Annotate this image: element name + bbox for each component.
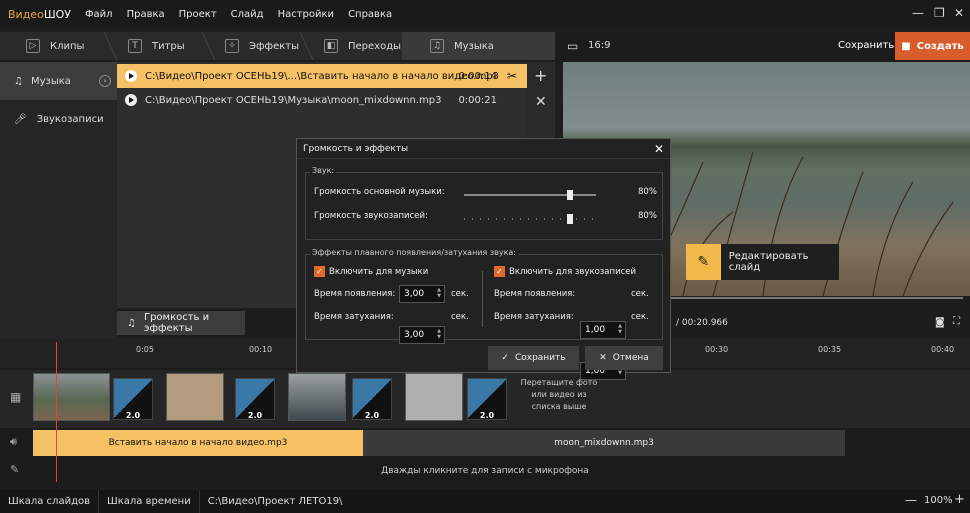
- clips-icon: ▷: [26, 39, 40, 53]
- time-scale-tab[interactable]: Шкала времени: [98, 490, 199, 513]
- edit-slide-button[interactable]: ✎ Редактировать слайд: [686, 244, 839, 280]
- fade-group: Эффекты плавного появления/затухания зву…: [305, 248, 663, 380]
- tab-transitions[interactable]: ◧ Переходы: [324, 32, 401, 60]
- main-music-slider[interactable]: [464, 190, 596, 200]
- tab-titles[interactable]: T Титры: [128, 32, 185, 60]
- create-button[interactable]: ■ Создать: [895, 32, 970, 60]
- volume-effects-button[interactable]: ♫ Громкость и эффекты: [117, 311, 245, 335]
- menu-edit[interactable]: Правка: [127, 9, 165, 20]
- sound-group: Звук: Громкость основной музыки: 80% Гро…: [305, 166, 663, 240]
- menu-file[interactable]: Файл: [85, 9, 113, 20]
- pencil-icon: ✎: [686, 244, 721, 280]
- menu-project[interactable]: Проект: [179, 9, 217, 20]
- project-path: C:\Видео\Проект ЛЕТО19\: [198, 490, 351, 513]
- tick-label: 00:40: [931, 345, 955, 354]
- mic-track-hint[interactable]: Дважды кликните для записи с микрофона: [0, 458, 970, 484]
- dialog-title: Громкость и эффекты: [297, 139, 670, 159]
- chevron-right-icon: ›: [99, 75, 111, 87]
- slides-scale-tab[interactable]: Шкала слайдов: [0, 490, 98, 513]
- transition[interactable]: 2.0: [352, 378, 392, 420]
- microphone-icon: 🎤︎: [14, 113, 27, 125]
- tab-music[interactable]: ♫ Музыка: [402, 32, 555, 60]
- records-appear-spinner[interactable]: 1,00: [580, 321, 626, 339]
- menu-bar: ВидеоШОУ Файл Правка Проект Слайд Настро…: [0, 0, 970, 28]
- effects-icon: ✧: [225, 39, 239, 53]
- music-note-icon: ♫: [127, 317, 136, 329]
- aspect-ratio[interactable]: 16:9: [588, 40, 610, 51]
- menu-settings[interactable]: Настройки: [278, 9, 334, 20]
- save-button[interactable]: Сохранить: [838, 40, 894, 51]
- zoom-out-icon[interactable]: —: [905, 493, 917, 507]
- transition[interactable]: 2.0: [467, 378, 507, 420]
- zoom-level: 100%: [924, 495, 953, 506]
- menu-slide[interactable]: Слайд: [231, 9, 264, 20]
- snapshot-icon[interactable]: ◙: [935, 317, 945, 328]
- monitor-icon: ▭: [567, 39, 579, 53]
- close-icon[interactable]: ✕: [954, 6, 964, 20]
- audio-clip[interactable]: Вставить начало в начало видео.mp3: [33, 430, 363, 456]
- tab-clips[interactable]: ▷ Клипы: [26, 32, 84, 60]
- transitions-icon: ◧: [324, 39, 338, 53]
- slide-clip[interactable]: [166, 373, 224, 421]
- app-logo: ВидеоШОУ: [8, 7, 71, 21]
- check-icon: ✓: [494, 266, 505, 277]
- sidebar-item-recordings[interactable]: 🎤︎ Звукозаписи: [0, 100, 117, 138]
- close-icon[interactable]: ✕: [654, 142, 664, 156]
- slide-clip[interactable]: [33, 373, 110, 421]
- music-appear-spinner[interactable]: 3,00: [399, 285, 445, 303]
- play-icon[interactable]: [125, 94, 137, 106]
- remove-icon[interactable]: ✕: [535, 94, 547, 110]
- add-icon[interactable]: +: [534, 66, 547, 85]
- check-icon: ✓: [501, 353, 509, 363]
- film-icon: ▦: [10, 390, 22, 404]
- records-fade-checkbox[interactable]: ✓ Включить для звукозаписей: [494, 266, 636, 277]
- tab-bar: ▷ Клипы T Титры ✧ Эффекты ◧ Переходы ♫ Музыка: [0, 32, 555, 60]
- play-icon[interactable]: [125, 70, 137, 82]
- list-item[interactable]: C:\Видео\Проект ОСЕНЬ19\...\Вставить нач…: [117, 64, 527, 88]
- tick-label: 0:05: [136, 345, 154, 354]
- music-fade-spinner[interactable]: 3,00: [399, 326, 445, 344]
- list-item[interactable]: C:\Видео\Проект ОСЕНЬ19\Музыка\moon_mixd…: [117, 88, 527, 112]
- sidebar-item-music[interactable]: ♫ Музыка ›: [0, 62, 117, 100]
- check-icon: ✓: [314, 266, 325, 277]
- maximize-icon[interactable]: ❐: [934, 6, 945, 20]
- zoom-in-icon[interactable]: +: [954, 492, 965, 507]
- tick-label: 00:35: [818, 345, 842, 354]
- dialog-save-button[interactable]: ✓ Сохранить: [488, 346, 579, 370]
- sidebar: ♫ Музыка › 🎤︎ Звукозаписи: [0, 62, 117, 338]
- tab-effects[interactable]: ✧ Эффекты: [225, 32, 299, 60]
- fullscreen-icon[interactable]: ⛶: [953, 316, 960, 327]
- music-icon: ♫: [430, 39, 444, 53]
- tick-label: 00:30: [705, 345, 729, 354]
- time-readout: / 00:20.966: [676, 318, 728, 328]
- minimize-icon[interactable]: —: [912, 6, 924, 20]
- transition[interactable]: 2.0: [235, 378, 275, 420]
- audio-clip[interactable]: moon_mixdownn.mp3: [363, 430, 845, 456]
- records-slider[interactable]: [464, 214, 596, 224]
- volume-effects-dialog: Громкость и эффекты ✕ Звук: Громкость ос…: [296, 138, 671, 380]
- drop-hint: Перетащите фото или видео из списка выше: [520, 378, 598, 411]
- titles-icon: T: [128, 39, 142, 53]
- close-icon: ✕: [599, 353, 607, 363]
- records-row: Громкость звукозаписей: 80%: [314, 211, 657, 224]
- dialog-cancel-button[interactable]: ✕ Отмена: [585, 346, 663, 370]
- transition[interactable]: 2.0: [113, 378, 153, 420]
- slide-clip[interactable]: [405, 373, 463, 421]
- slide-clip[interactable]: [288, 373, 346, 421]
- camera-icon: ■: [901, 40, 911, 52]
- main-music-row: Громкость основной музыки: 80%: [314, 187, 657, 200]
- menu-help[interactable]: Справка: [348, 9, 392, 20]
- music-fade-checkbox[interactable]: ✓ Включить для музыки: [314, 266, 428, 277]
- scissors-icon[interactable]: ✂: [507, 69, 517, 83]
- status-bar: Шкала слайдов Шкала времени C:\Видео\Про…: [0, 490, 970, 513]
- music-icon: ♫: [14, 75, 23, 87]
- playhead[interactable]: [56, 342, 57, 482]
- tick-label: 00:10: [249, 345, 273, 354]
- speaker-icon: 🔊︎: [10, 435, 17, 448]
